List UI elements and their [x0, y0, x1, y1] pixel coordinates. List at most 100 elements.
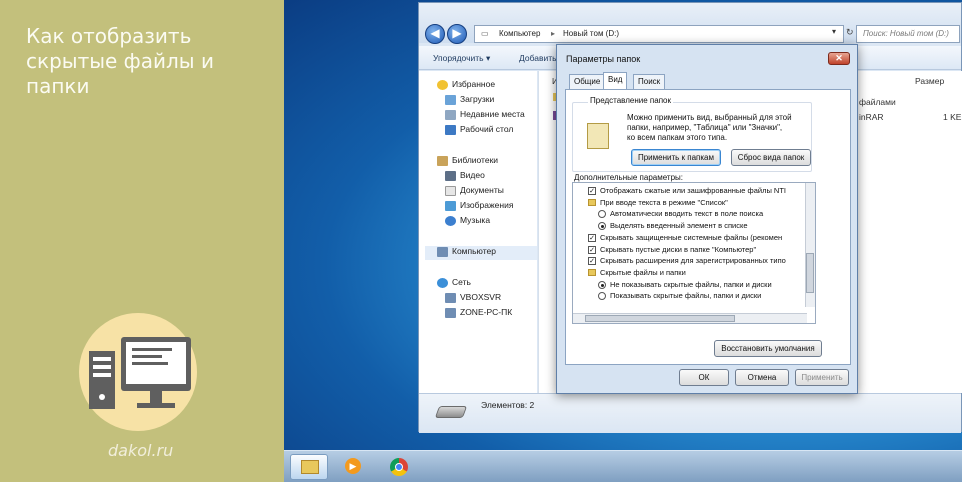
- item-count: Элементов: 2: [481, 400, 535, 410]
- forward-button[interactable]: ▶: [447, 24, 467, 44]
- advanced-settings-label: Дополнительные параметры:: [574, 173, 683, 182]
- option-label: Автоматически вводить текст в поле поиск…: [610, 209, 764, 219]
- music-icon: [445, 215, 456, 226]
- nav-documents[interactable]: Документы: [445, 185, 504, 199]
- page-title: Как отобразить скрытые файлы и папки: [26, 24, 214, 98]
- close-icon[interactable]: ✕: [828, 52, 850, 65]
- folder-view-icon: [587, 123, 609, 149]
- nav-desktop[interactable]: Рабочий стол: [445, 124, 513, 138]
- tab-view[interactable]: Вид: [603, 72, 628, 89]
- radio-button[interactable]: [598, 222, 606, 231]
- ok-button[interactable]: ОК: [679, 369, 729, 386]
- drive-icon: [434, 406, 468, 418]
- apply-button[interactable]: Применить: [795, 369, 849, 386]
- address-bar[interactable]: ▭ Компьютер ▸ Новый том (D:): [474, 25, 844, 43]
- cancel-button[interactable]: Отмена: [735, 369, 789, 386]
- network-icon: [437, 277, 448, 288]
- restore-defaults-button[interactable]: Восстановить умолчания: [714, 340, 822, 357]
- brand-text: dakol.ru: [108, 441, 174, 460]
- desktop-icon: [445, 124, 456, 135]
- breadcrumb-computer[interactable]: Компьютер: [499, 29, 540, 38]
- network-computer-icon: [445, 292, 456, 303]
- dialog-titlebar[interactable]: Параметры папок ✕: [557, 45, 857, 71]
- documents-icon: [445, 185, 456, 196]
- address-row: ◀ ▶ ▭ Компьютер ▸ Новый том (D:) ▾ ↻ Пои…: [419, 3, 961, 44]
- radio-button[interactable]: [598, 280, 606, 289]
- recent-places-icon: [445, 109, 456, 120]
- nav-video[interactable]: Видео: [445, 170, 485, 184]
- navigation-pane: Избранное Загрузки Недавние места Рабочи…: [419, 71, 537, 393]
- downloads-icon: [445, 94, 456, 105]
- option-label: Отображать сжатые или зашифрованные файл…: [600, 186, 787, 195]
- back-button[interactable]: ◀: [425, 24, 445, 44]
- network-computer-icon: [445, 307, 456, 318]
- search-placeholder: Поиск: Новый том (D:): [863, 29, 949, 38]
- scroll-thumb[interactable]: [806, 253, 814, 293]
- computer-illustration: [79, 313, 197, 431]
- chrome-icon[interactable]: [380, 454, 418, 480]
- file-size-fragment: 1 KE: [943, 112, 962, 122]
- option-label: Выделять введенный элемент в списке: [610, 221, 748, 231]
- vertical-scrollbar[interactable]: [805, 183, 815, 307]
- explorer-icon[interactable]: [290, 454, 328, 480]
- left-panel: Как отобразить скрытые файлы и папки dak…: [0, 0, 284, 482]
- scroll-thumb[interactable]: [585, 315, 735, 322]
- view-tab-panel: Представление папок Можно применить вид,…: [565, 89, 851, 365]
- video-icon: [445, 170, 456, 181]
- libraries-icon: [437, 155, 448, 166]
- folder-views-text-2: папки, например, "Таблица" или "Значки",: [627, 123, 783, 132]
- organize-button[interactable]: Упорядочить ▾: [433, 53, 490, 64]
- checkbox[interactable]: ✓: [588, 245, 596, 254]
- apply-to-folders-button[interactable]: Применить к папкам: [631, 149, 721, 166]
- option-label: Скрывать защищенные системные файлы (рек…: [600, 232, 783, 242]
- refresh-icon[interactable]: ↻: [846, 27, 854, 38]
- checkbox[interactable]: ✓: [588, 257, 596, 266]
- nav-network[interactable]: Сеть: [437, 277, 471, 291]
- option-label: При вводе текста в режиме "Список": [600, 197, 728, 207]
- folder-views-group: Можно применить вид, выбранный для этой …: [572, 102, 812, 172]
- chrome-center-icon: [395, 463, 403, 471]
- nav-downloads[interactable]: Загрузки: [445, 94, 494, 108]
- checkbox[interactable]: ✓: [588, 233, 596, 242]
- nav-music[interactable]: Музыка: [445, 215, 490, 229]
- star-icon: [437, 79, 448, 90]
- breadcrumb-separator: ▸: [551, 29, 556, 38]
- horizontal-scrollbar[interactable]: [573, 313, 807, 323]
- checkbox[interactable]: ✓: [588, 187, 596, 195]
- advanced-settings-list[interactable]: ✓ Отображать сжатые или зашифрованные фай…: [572, 182, 816, 324]
- nav-libraries[interactable]: Библиотеки: [437, 155, 498, 169]
- reset-folders-button[interactable]: Сброс вида папок: [731, 149, 811, 166]
- search-input[interactable]: Поиск: Новый том (D:): [856, 25, 960, 43]
- option-label: Показывать скрытые файлы, папки и диски: [610, 291, 762, 301]
- nav-host-vboxsvr[interactable]: VBOXSVR: [445, 292, 501, 306]
- dialog-title: Параметры папок: [566, 54, 641, 64]
- media-player-icon[interactable]: ▶: [334, 454, 372, 480]
- taskbar: ▶: [284, 450, 962, 482]
- play-icon: ▶: [345, 458, 361, 474]
- folder-options-dialog: Параметры папок ✕ Общие Вид Поиск Предст…: [556, 44, 858, 394]
- computer-small-icon: ▭: [481, 29, 489, 38]
- folder-views-text-3: ко всем папкам этого типа.: [627, 133, 728, 142]
- nav-host-zone-pc[interactable]: ZONE-PC-ПК: [445, 307, 512, 321]
- column-header-size[interactable]: Размер: [915, 76, 944, 86]
- address-dropdown-icon[interactable]: ▾: [832, 27, 836, 36]
- option-label: Скрывать расширения для зарегистрированн…: [600, 256, 786, 266]
- tab-search[interactable]: Поиск: [633, 74, 666, 89]
- breadcrumb-drive[interactable]: Новый том (D:): [563, 29, 619, 38]
- nav-recent[interactable]: Недавние места: [445, 109, 525, 123]
- radio-button[interactable]: [598, 292, 606, 301]
- file-type-fragment: inRAR: [859, 112, 884, 122]
- option-label: Скрытые файлы и папки: [600, 267, 686, 277]
- option-label: Скрывать пустые диски в папке "Компьютер…: [600, 244, 757, 254]
- folder-icon: [588, 198, 596, 206]
- folder-views-title: Представление папок: [588, 96, 673, 105]
- radio-button[interactable]: [598, 210, 606, 219]
- nav-computer[interactable]: Компьютер: [425, 246, 537, 260]
- nav-images[interactable]: Изображения: [445, 200, 513, 214]
- images-icon: [445, 200, 456, 211]
- add-button[interactable]: Добавить: [519, 53, 557, 63]
- folder-icon: [301, 460, 319, 474]
- nav-favorites[interactable]: Избранное: [437, 79, 495, 93]
- option-label: Не показывать скрытые файлы, папки и дис…: [610, 279, 772, 289]
- tab-general[interactable]: Общие: [569, 74, 606, 89]
